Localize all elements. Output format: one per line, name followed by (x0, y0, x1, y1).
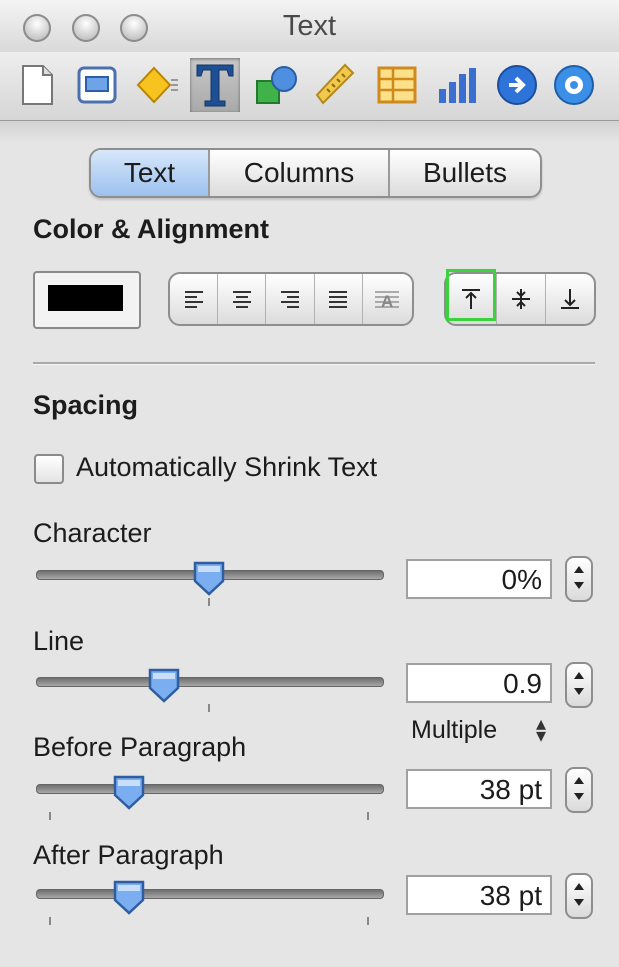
after-paragraph-tick-min (49, 917, 51, 925)
after-paragraph-tick-max (367, 917, 369, 925)
after-paragraph-label: After Paragraph (33, 840, 224, 870)
after-paragraph-stepper[interactable] (565, 873, 593, 919)
line-stepper[interactable] (565, 662, 593, 708)
character-slider-thumb[interactable] (192, 560, 226, 596)
quicktime-icon (554, 65, 594, 105)
section-divider (33, 362, 595, 365)
window-title: Text (282, 10, 337, 42)
justify-button[interactable] (315, 274, 363, 324)
popup-arrows-icon: ▴ ▾ (536, 713, 547, 747)
metrics-icon (315, 63, 355, 105)
before-paragraph-slider-thumb[interactable] (112, 774, 146, 810)
chart-inspector-button[interactable] (432, 58, 482, 112)
line-slider-thumb[interactable] (147, 667, 181, 703)
before-paragraph-label: Before Paragraph (33, 732, 247, 762)
align-middle-button[interactable] (497, 274, 546, 324)
character-stepper[interactable] (565, 556, 593, 602)
text-tab-control: Text Columns Bullets (89, 148, 542, 198)
auto-shrink-checkbox[interactable] (34, 454, 64, 484)
document-inspector-button[interactable] (12, 58, 62, 112)
line-slider[interactable] (36, 677, 384, 687)
auto-align-button[interactable]: A (363, 274, 412, 324)
document-icon (22, 65, 53, 105)
title-bar: Text (0, 0, 619, 52)
text-icon (196, 64, 234, 107)
align-right-icon (281, 291, 299, 308)
spacing-heading: Spacing (33, 390, 139, 420)
quicktime-inspector-button[interactable] (552, 58, 612, 112)
before-paragraph-tick-min (49, 812, 51, 820)
horizontal-alignment-group: A (168, 272, 414, 326)
character-center-tick (208, 598, 210, 606)
tab-bullets[interactable]: Bullets (390, 150, 540, 196)
color-alignment-heading: Color & Alignment (33, 214, 269, 244)
text-inspector-window: Text Text Columns Bullets Color & Alignm… (0, 0, 619, 967)
line-label: Line (33, 626, 85, 656)
character-label: Character (33, 518, 152, 548)
color-swatch (48, 285, 123, 311)
justify-icon (329, 291, 348, 308)
after-paragraph-field[interactable]: 38 pt (406, 875, 552, 915)
after-paragraph-slider-thumb[interactable] (112, 879, 146, 915)
inspector-toolbar (0, 52, 619, 121)
tab-text[interactable]: Text (91, 150, 210, 196)
before-paragraph-tick-max (367, 812, 369, 820)
line-mode-popup[interactable]: Multiple (411, 716, 497, 745)
auto-shrink-label: Automatically Shrink Text (76, 452, 378, 482)
layout-inspector-button[interactable] (72, 58, 122, 112)
layout-icon (77, 66, 117, 104)
link-inspector-button[interactable] (492, 58, 542, 112)
align-right-button[interactable] (266, 274, 315, 324)
align-middle-icon (512, 289, 530, 309)
chart-icon (439, 68, 476, 103)
selected-highlight (446, 269, 496, 321)
align-left-button[interactable] (170, 274, 219, 324)
align-bottom-icon (561, 289, 579, 309)
line-field[interactable]: 0.9 (406, 663, 552, 703)
table-inspector-button[interactable] (372, 58, 422, 112)
graphic-icon (136, 66, 178, 104)
shapes-icon (256, 66, 297, 104)
line-tick (208, 704, 210, 712)
align-bottom-button[interactable] (546, 274, 594, 324)
align-center-icon (232, 291, 251, 308)
character-field[interactable]: 0% (406, 559, 552, 599)
shapes-inspector-button[interactable] (252, 58, 302, 112)
before-paragraph-field[interactable]: 38 pt (406, 769, 552, 809)
table-icon (377, 66, 417, 104)
graphic-inspector-button[interactable] (132, 58, 182, 112)
text-inspector-button[interactable] (190, 58, 240, 112)
before-paragraph-stepper[interactable] (565, 767, 593, 813)
svg-text:A: A (381, 292, 393, 310)
after-paragraph-slider[interactable] (36, 889, 384, 899)
text-color-well[interactable] (33, 271, 141, 329)
tab-columns[interactable]: Columns (210, 150, 390, 196)
before-paragraph-slider[interactable] (36, 784, 384, 794)
metrics-inspector-button[interactable] (312, 58, 362, 112)
link-icon (497, 65, 537, 105)
align-left-icon (184, 291, 203, 308)
auto-align-icon: A (375, 291, 400, 310)
align-center-button[interactable] (218, 274, 267, 324)
